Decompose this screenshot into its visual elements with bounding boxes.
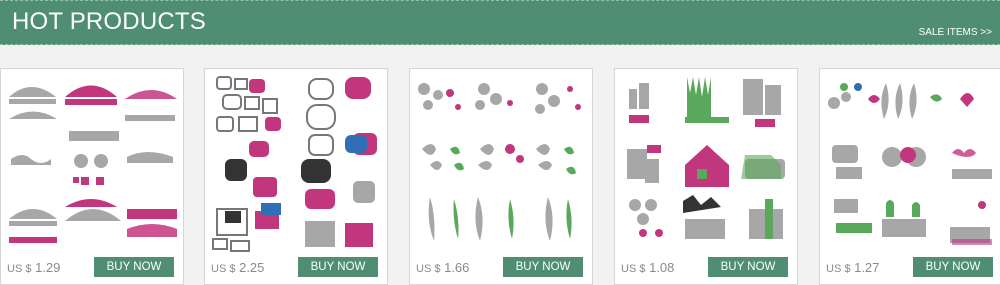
price-value: 1.08 [649,260,675,275]
price-value: 2.25 [239,260,265,275]
price: US $ 2.25 [211,260,264,275]
house-car-dies-image[interactable] [615,69,797,253]
buy-now-button[interactable]: BUY NOW [913,257,993,277]
section-title: HOT PRODUCTS [12,8,206,35]
lace-border-dies-image[interactable] [1,69,183,253]
price: US $ 1.08 [621,260,674,275]
currency: US $ [621,263,646,275]
bird-cactus-dies-image[interactable] [820,69,1000,253]
price-value: 1.66 [444,260,470,275]
product-card[interactable]: US $ 1.08 BUY NOW [614,68,798,285]
product-card[interactable]: US $ 1.66 BUY NOW [409,68,593,285]
price-value: 1.27 [854,260,880,275]
currency: US $ [7,263,32,275]
price: US $ 1.29 [7,260,60,275]
buy-now-button[interactable]: BUY NOW [94,257,174,277]
product-card[interactable]: US $ 1.29 BUY NOW [0,68,184,285]
product-card[interactable]: US $ 1.27 BUY NOW [819,68,1000,285]
buy-now-button[interactable]: BUY NOW [708,257,788,277]
price: US $ 1.66 [416,260,469,275]
currency: US $ [211,263,236,275]
product-card[interactable]: US $ 2.25 BUY NOW [204,68,388,285]
sale-items-link[interactable]: SALE ITEMS >> [919,27,992,38]
frame-dies-image[interactable] [205,69,387,253]
price: US $ 1.27 [826,260,879,275]
currency: US $ [416,263,441,275]
currency: US $ [826,263,851,275]
price-value: 1.29 [35,260,61,275]
flower-leaf-dies-image[interactable] [410,69,592,253]
hot-products-header: HOT PRODUCTS SALE ITEMS >> [0,0,1000,45]
buy-now-button[interactable]: BUY NOW [298,257,378,277]
buy-now-button[interactable]: BUY NOW [503,257,583,277]
